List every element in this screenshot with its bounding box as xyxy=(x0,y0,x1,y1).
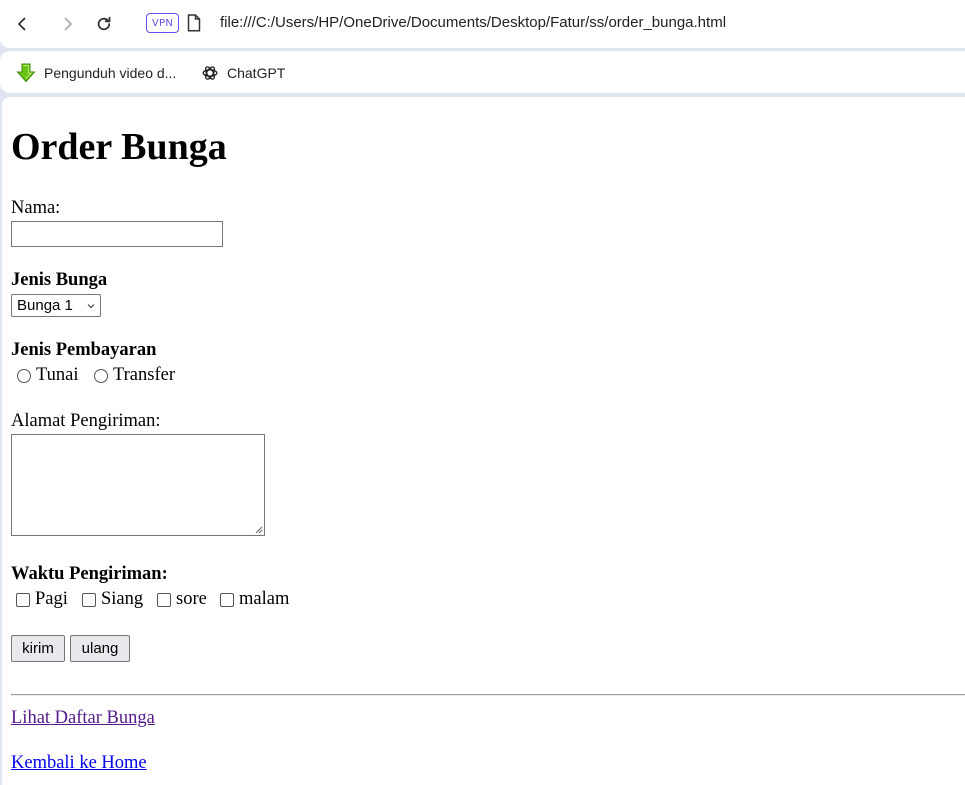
payment-option-label: Transfer xyxy=(113,365,176,385)
kirim-button[interactable]: kirim xyxy=(11,635,65,662)
payment-option-transfer[interactable]: Transfer xyxy=(94,365,175,386)
divider xyxy=(11,694,965,696)
payment-option-label: Tunai xyxy=(36,365,79,385)
alamat-textarea[interactable] xyxy=(11,434,265,536)
waktu-option-malam[interactable]: malam xyxy=(220,589,289,610)
browser-toolbar: VPN file:///C:/Users/HP/OneDrive/Documen… xyxy=(0,0,965,48)
reload-icon xyxy=(97,16,111,31)
forward-arrow-icon xyxy=(64,17,72,31)
radio-button[interactable] xyxy=(17,368,31,383)
alamat-label: Alamat Pengiriman: xyxy=(11,411,161,431)
bookmark-chatgpt[interactable]: ChatGPT xyxy=(201,62,285,84)
waktu-option-sore[interactable]: sore xyxy=(157,589,207,610)
bookmark-label: Pengunduh video d... xyxy=(44,65,177,81)
page-title: Order Bunga xyxy=(11,126,227,168)
download-arrow-icon xyxy=(16,63,36,83)
jenis-pembayaran-label: Jenis Pembayaran xyxy=(11,340,157,360)
chatgpt-icon xyxy=(202,66,218,80)
resize-grip-icon[interactable] xyxy=(254,525,263,534)
radio-button[interactable] xyxy=(94,368,108,383)
checkbox[interactable] xyxy=(82,592,96,607)
chevron-down-icon xyxy=(87,304,95,309)
bookmark-label: ChatGPT xyxy=(227,65,286,81)
checkbox[interactable] xyxy=(220,592,234,607)
bookmark-video-downloader[interactable]: Pengunduh video d... xyxy=(16,62,176,84)
reload-button[interactable] xyxy=(90,10,118,38)
page-content: Order Bunga Nama: Jenis Bunga Bunga 1 Je… xyxy=(2,97,965,785)
waktu-option-label: Siang xyxy=(101,589,144,609)
waktu-option-label: sore xyxy=(176,589,207,609)
forward-button[interactable] xyxy=(54,10,82,38)
waktu-option-pagi[interactable]: Pagi xyxy=(16,589,68,610)
home-link[interactable]: Kembali ke Home xyxy=(11,753,147,774)
vpn-badge[interactable]: VPN xyxy=(146,13,179,33)
address-bar[interactable]: file:///C:/Users/HP/OneDrive/Documents/D… xyxy=(220,14,726,31)
payment-option-tunai[interactable]: Tunai xyxy=(17,365,79,386)
file-icon[interactable] xyxy=(187,14,201,32)
nama-label: Nama: xyxy=(11,198,61,218)
checkbox[interactable] xyxy=(157,592,171,607)
ulang-button[interactable]: ulang xyxy=(70,635,130,662)
back-arrow-icon xyxy=(18,17,26,31)
waktu-label: Waktu Pengiriman: xyxy=(11,564,168,584)
waktu-option-label: Pagi xyxy=(35,589,68,609)
jenis-bunga-label: Jenis Bunga xyxy=(11,270,108,290)
checkbox[interactable] xyxy=(16,592,30,607)
nama-input[interactable] xyxy=(11,221,223,247)
bookmarks-bar: Pengunduh video d... ChatGPT xyxy=(0,51,965,93)
jenis-bunga-selected: Bunga 1 xyxy=(17,297,73,314)
daftar-bunga-link[interactable]: Lihat Daftar Bunga xyxy=(11,708,155,729)
waktu-option-siang[interactable]: Siang xyxy=(82,589,143,610)
jenis-bunga-select[interactable]: Bunga 1 xyxy=(11,294,101,317)
back-button[interactable] xyxy=(8,10,36,38)
waktu-option-label: malam xyxy=(239,589,290,609)
